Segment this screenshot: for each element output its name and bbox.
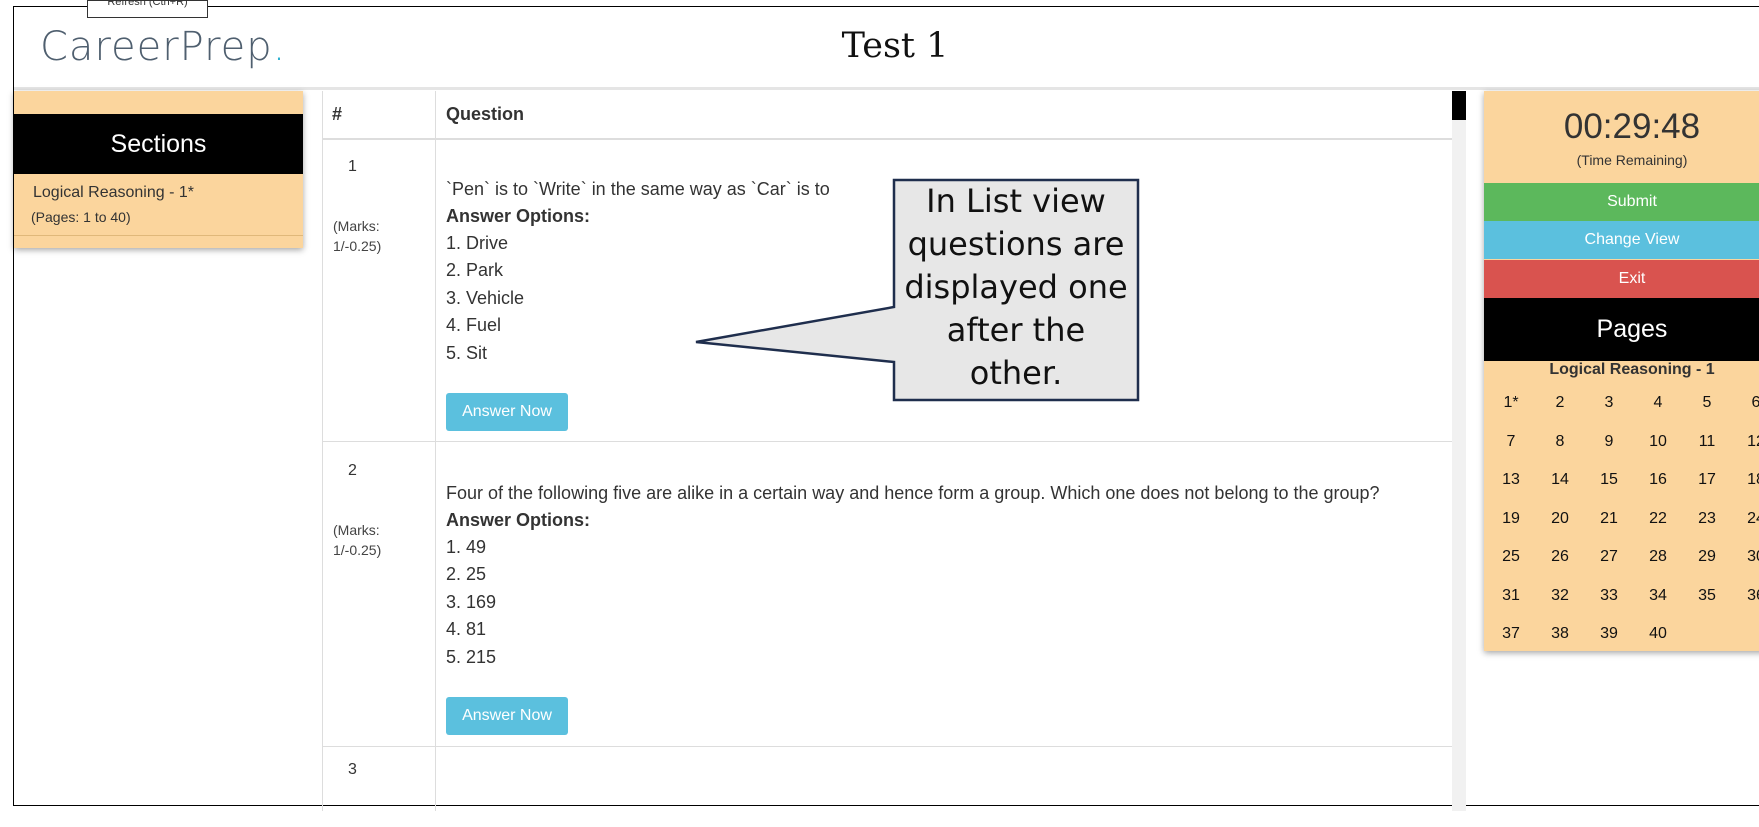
page-link[interactable]: 23 [1692,510,1722,528]
pages-section-name: Logical Reasoning - 1 [1549,361,1715,378]
page-link[interactable]: 10 [1643,433,1673,451]
answer-option: 3. Vehicle [446,288,525,308]
page-link[interactable]: 15 [1594,471,1624,489]
submit-button[interactable]: Submit [1484,183,1759,221]
change-view-button[interactable]: Change View [1484,221,1759,259]
answer-option: 4. Fuel [446,315,502,335]
page-link[interactable]: 16 [1643,471,1673,489]
question-marks: (Marks: 1/-0.25) [333,522,382,558]
section-divider [14,235,303,236]
answer-option: 5. 215 [446,647,497,667]
page-link[interactable]: 22 [1643,510,1673,528]
page-link[interactable]: 8 [1545,433,1575,451]
refresh-tooltip: Refresh (Ctrl+R) [87,0,208,18]
exit-button[interactable]: Exit [1484,260,1759,298]
page-link[interactable]: 20 [1545,510,1575,528]
page-link[interactable]: 12 [1741,433,1759,451]
page-link[interactable]: 13 [1496,471,1526,489]
section-item-logical-reasoning[interactable]: Logical Reasoning - 1* [33,184,194,202]
column-header-number: # [332,104,343,124]
page-link[interactable]: 18 [1741,471,1759,489]
answer-option: 5. Sit [446,343,488,363]
column-header-question: Question [446,104,525,124]
answer-option: 2. Park [446,260,504,280]
page-link[interactable]: 28 [1643,548,1673,566]
page-link[interactable]: 30 [1741,548,1759,566]
callout-text: In List view questions are displayed one… [904,182,1128,392]
page-link[interactable]: 3 [1594,394,1624,412]
question-marks: (Marks: 1/-0.25) [333,218,382,254]
sections-panel: Sections Logical Reasoning - 1* (Pages: … [14,91,303,248]
page-link[interactable]: 40 [1643,625,1673,643]
sections-heading: Sections [14,114,303,174]
questions-table: # Question 1 (Marks: 1/-0.25) `Pen` is to… [322,91,1452,811]
page-link[interactable]: 39 [1594,625,1624,643]
page-link[interactable]: 4 [1643,394,1673,412]
page-link[interactable]: 33 [1594,587,1624,605]
question-number: 1 [348,158,357,175]
page-link[interactable]: 2 [1545,394,1575,412]
question-number: 2 [348,462,357,479]
page-link[interactable]: 34 [1643,587,1673,605]
page-link[interactable]: 5 [1692,394,1722,412]
page-link[interactable]: 37 [1496,625,1526,643]
page-link[interactable]: 6 [1741,394,1759,412]
table-header: # Question [322,91,1452,140]
question-row-3: 3 [322,747,1452,827]
answer-now-button[interactable]: Answer Now [446,393,568,431]
page-link[interactable]: 25 [1496,548,1526,566]
page-link[interactable]: 27 [1594,548,1624,566]
page-link[interactable]: 38 [1545,625,1575,643]
page-link[interactable]: 19 [1496,510,1526,528]
page-link[interactable]: 24 [1741,510,1759,528]
page-link[interactable]: 32 [1545,587,1575,605]
page-link[interactable]: 21 [1594,510,1624,528]
page-link[interactable]: 7 [1496,433,1526,451]
question-row-2: 2 (Marks: 1/-0.25) Four of the following … [322,442,1452,747]
page-link[interactable]: 26 [1545,548,1575,566]
answer-option: 3. 169 [446,592,497,612]
question-text: Four of the following five are alike in … [446,483,1380,503]
answer-option: 2. 25 [446,564,487,584]
page-link[interactable]: 35 [1692,587,1722,605]
page-link[interactable]: 9 [1594,433,1624,451]
page-title: Test 1 [841,26,949,66]
timer: 00:29:48 [1563,107,1701,146]
pages-heading: Pages [1484,298,1759,361]
answer-option: 1. 49 [446,537,487,557]
questions-scrollbar[interactable] [1452,91,1466,811]
page-link[interactable]: 11 [1692,433,1722,451]
page-link[interactable]: 36 [1741,587,1759,605]
question-text: `Pen` is to `Write` in the same way as `… [446,179,830,199]
answer-option: 1. Drive [446,233,509,253]
page-link[interactable]: 1* [1496,394,1526,412]
scrollbar-thumb[interactable] [1452,91,1466,120]
answer-options-label: Answer Options: [446,510,591,530]
section-pages-range: (Pages: 1 to 40) [31,209,131,225]
page-link[interactable]: 14 [1545,471,1575,489]
answer-option: 4. 81 [446,619,487,639]
answer-now-button[interactable]: Answer Now [446,697,568,735]
timer-label: (Time Remaining) [1576,152,1688,168]
header-divider [14,87,1759,90]
page-link[interactable]: 29 [1692,548,1722,566]
question-row-1: 1 (Marks: 1/-0.25) `Pen` is to `Write` in… [322,138,1452,442]
navigation-panel: 00:29:48 (Time Remaining) Submit Change … [1484,91,1759,651]
answer-options-label: Answer Options: [446,206,591,226]
page-link[interactable]: 31 [1496,587,1526,605]
page-link[interactable]: 17 [1692,471,1722,489]
question-number: 3 [348,761,357,778]
